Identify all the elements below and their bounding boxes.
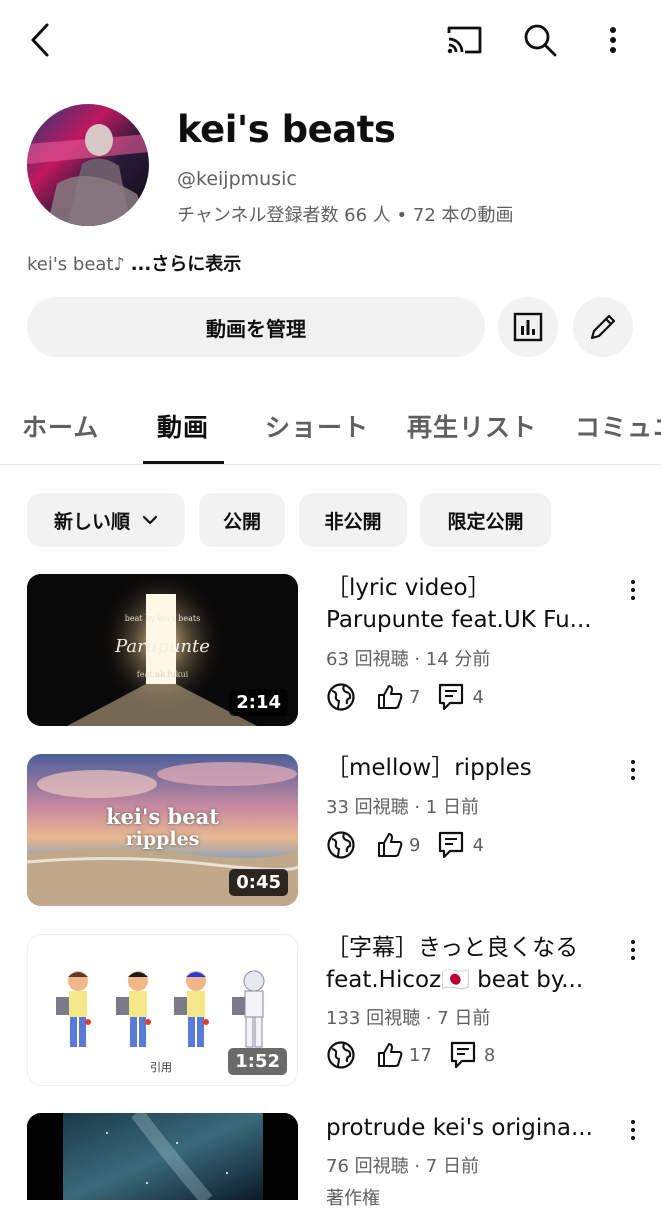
video-stats: 9 4 [326, 828, 484, 862]
thumb-caption-sub: feat.uk fukui [136, 670, 189, 679]
globe-icon [327, 1041, 355, 1069]
thumb-caption-top: beat by kei's beats [124, 614, 201, 623]
channel-stats: チャンネル登録者数 66 人 • 72 本の動画 [177, 205, 514, 226]
thumbs-up-icon [378, 685, 403, 709]
video-menu-icon[interactable] [623, 575, 643, 605]
comment-icon [450, 1041, 476, 1069]
more-options-icon[interactable] [598, 18, 628, 62]
video-thumbnail[interactable] [27, 1113, 298, 1200]
video-thumbnail[interactable]: kei's beat ripples 0:45 [27, 754, 298, 906]
comment-icon [439, 683, 464, 711]
video-stats: 7 4 [326, 680, 484, 714]
video-duration: 1:52 [228, 1048, 287, 1075]
video-menu-icon[interactable] [623, 755, 643, 785]
description-text: kei's beat♪ [27, 254, 125, 275]
video-meta: 76 回視聴 · 7 日前 [326, 1156, 479, 1177]
thumb-caption-main: kei's beat [106, 804, 219, 829]
channel-handle: @keijpmusic [177, 168, 297, 190]
channel-tabs: ホーム 動画 ショート 再生リスト コミュニ [0, 396, 661, 465]
tab-videos[interactable]: 動画 [157, 408, 209, 444]
globe-icon [327, 683, 355, 711]
comment-count: 4 [472, 834, 484, 856]
video-thumbnail[interactable]: 引用 1:52 [27, 934, 298, 1086]
video-menu-icon[interactable] [623, 935, 643, 965]
comment-count: 4 [472, 686, 484, 708]
video-title[interactable]: ［lyric video］ Parupunte feat.UK Fu... [326, 572, 616, 636]
like-count: 17 [409, 1044, 432, 1066]
filter-private-chip[interactable]: 非公開 [299, 493, 407, 547]
thumb-caption-sub: ripples [125, 828, 200, 850]
video-meta: 33 回視聴 · 1 日前 [326, 797, 479, 818]
video-thumbnail[interactable]: beat by kei's beats Parupunte feat.uk fu… [27, 574, 298, 726]
tab-community[interactable]: コミュニ [575, 408, 661, 444]
edit-channel-button[interactable] [573, 297, 633, 357]
analytics-icon [513, 312, 543, 342]
top-bar [0, 0, 661, 80]
video-title-line: protrude kei's origina... [326, 1115, 593, 1141]
show-more-link[interactable]: ...さらに表示 [131, 254, 242, 275]
video-title-line: ［mellow］ripples [326, 755, 532, 781]
video-meta: 133 回視聴 · 7 日前 [326, 1008, 491, 1029]
sort-chip-label: 新しい順 [53, 510, 130, 533]
search-icon[interactable] [518, 18, 562, 62]
thumbs-up-icon [378, 1043, 403, 1067]
video-title[interactable]: ［字幕］きっと良くなる feat.Hicoz🇯🇵 beat by... [326, 932, 616, 996]
tab-playlists[interactable]: 再生リスト [407, 408, 537, 444]
like-count: 9 [409, 834, 421, 856]
video-title[interactable]: ［mellow］ripples [326, 752, 616, 784]
video-stats: 17 8 [326, 1038, 495, 1072]
filter-public-chip[interactable]: 公開 [199, 493, 285, 547]
globe-icon [327, 831, 355, 859]
channel-avatar[interactable] [27, 104, 149, 226]
tab-shorts[interactable]: ショート [265, 408, 369, 444]
video-title-line: ［lyric video］ [326, 575, 491, 601]
chevron-down-icon [142, 515, 158, 525]
thumb-caption: 引用 [150, 1061, 172, 1074]
video-title[interactable]: protrude kei's origina... [326, 1112, 616, 1144]
manage-videos-button[interactable]: 動画を管理 [27, 297, 485, 357]
comment-count: 8 [483, 1044, 496, 1066]
back-arrow-icon[interactable] [20, 18, 60, 62]
video-title-line: ［字幕］きっと良くなる [326, 935, 579, 961]
video-duration: 0:45 [229, 869, 288, 896]
video-meta: 63 回視聴 · 14 分前 [326, 649, 491, 670]
filter-unlisted-chip[interactable]: 限定公開 [420, 493, 551, 547]
video-duration: 2:14 [229, 689, 288, 716]
thumb-caption-main: Parupunte [115, 636, 210, 657]
like-count: 7 [409, 686, 421, 708]
sort-chip[interactable]: 新しい順 [27, 493, 185, 547]
copyright-label: 著作権 [326, 1188, 380, 1209]
video-menu-icon[interactable] [623, 1115, 643, 1145]
thumbs-up-icon [378, 833, 403, 857]
cast-icon[interactable] [442, 18, 486, 62]
channel-description[interactable]: kei's beat♪ ...さらに表示 [27, 250, 241, 276]
video-title-line: feat.Hicoz🇯🇵 beat by... [326, 967, 584, 993]
tab-home[interactable]: ホーム [22, 408, 99, 444]
active-tab-indicator [143, 461, 224, 464]
video-title-line: Parupunte feat.UK Fu... [326, 607, 592, 633]
analytics-button[interactable] [498, 297, 558, 357]
pencil-icon [590, 314, 616, 340]
channel-name: kei's beats [177, 108, 396, 151]
comment-icon [439, 831, 464, 859]
